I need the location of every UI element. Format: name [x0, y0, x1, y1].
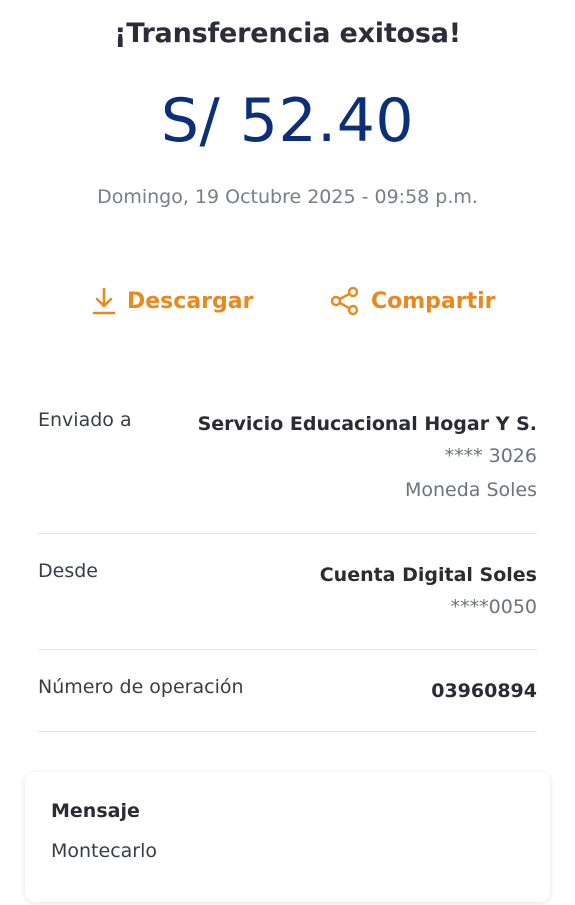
- detail-row-sent-to: Enviado a Servicio Educacional Hogar Y S…: [38, 409, 537, 534]
- sent-to-values: Servicio Educacional Hogar Y S. **** 302…: [198, 409, 537, 507]
- download-label: Descargar: [127, 288, 254, 314]
- share-label: Compartir: [371, 288, 496, 314]
- detail-row-from: Desde Cuenta Digital Soles ****0050: [38, 560, 537, 650]
- from-values: Cuenta Digital Soles ****0050: [320, 560, 537, 624]
- operation-number: 03960894: [431, 680, 537, 702]
- transfer-amount: S/ 52.40: [160, 86, 415, 156]
- recipient-name: Servicio Educacional Hogar Y S.: [197, 413, 537, 435]
- sent-to-label: Enviado a: [38, 409, 132, 431]
- detail-row-operation: Número de operación 03960894: [38, 676, 537, 732]
- source-account-name: Cuenta Digital Soles: [319, 564, 537, 586]
- operation-values: 03960894: [431, 676, 537, 706]
- transfer-date: Domingo, 19 Octubre 2025 - 09:58 p.m.: [97, 186, 478, 208]
- share-icon: [329, 285, 371, 317]
- action-bar: Descargar Compartir: [0, 283, 575, 319]
- message-title: Mensaje: [51, 800, 140, 822]
- recipient-currency: Moneda Soles: [404, 479, 537, 501]
- share-button[interactable]: Compartir: [329, 283, 496, 319]
- source-account-number: ****0050: [450, 596, 537, 618]
- operation-label: Número de operación: [38, 676, 244, 698]
- message-text: Montecarlo: [51, 840, 158, 862]
- message-card: Mensaje Montecarlo: [25, 772, 550, 902]
- download-button[interactable]: Descargar: [91, 283, 253, 319]
- from-label: Desde: [38, 560, 98, 582]
- recipient-account: **** 3026: [444, 445, 537, 467]
- page-title: ¡Transferencia exitosa!: [114, 18, 461, 49]
- download-icon: [91, 286, 127, 316]
